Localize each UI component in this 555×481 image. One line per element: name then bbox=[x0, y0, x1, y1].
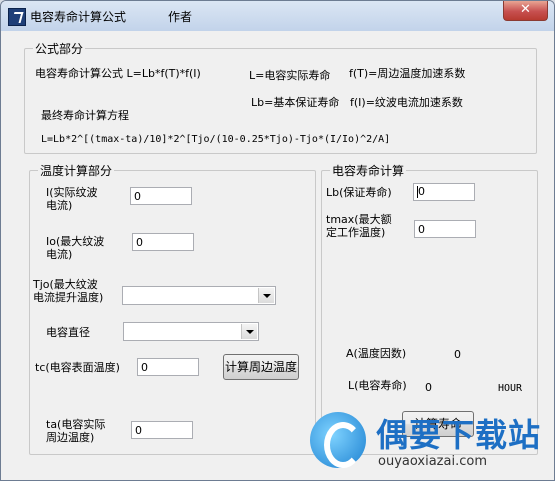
capacitor-life-label: L(电容寿命) bbox=[348, 379, 407, 392]
capacitor-life-value: 0 bbox=[425, 381, 432, 394]
ripple-current-label: I(实际纹波 电流) bbox=[46, 186, 98, 212]
surface-temp-input[interactable] bbox=[137, 358, 199, 376]
close-icon: ✕ bbox=[520, 2, 531, 17]
max-ripple-current-input[interactable] bbox=[132, 233, 194, 251]
app-icon bbox=[8, 8, 26, 26]
max-ripple-current-label: Io(最大纹波 电流) bbox=[46, 235, 105, 261]
max-rated-temp-label: tmax(最大额 定工作温度) bbox=[326, 213, 392, 239]
max-rated-temp-input[interactable] bbox=[414, 220, 476, 238]
guaranteed-life-value: 0 bbox=[418, 185, 425, 198]
ripple-current-input[interactable] bbox=[130, 187, 192, 205]
title-bar[interactable]: 电容寿命计算公式 作者 ✕ bbox=[1, 1, 554, 31]
formula-main: 电容寿命计算公式 L=Lb*f(T)*f(I) bbox=[35, 67, 201, 80]
life-unit: HOUR bbox=[498, 383, 523, 394]
watermark-logo-icon bbox=[310, 412, 366, 468]
ambient-temp-input[interactable] bbox=[131, 421, 193, 439]
diameter-select[interactable] bbox=[123, 322, 259, 341]
close-button[interactable]: ✕ bbox=[503, 1, 548, 21]
temp-factor-label: A(温度因数) bbox=[346, 347, 407, 360]
final-equation-label: 最终寿命计算方程 bbox=[41, 109, 129, 122]
guaranteed-life-input[interactable]: 0 bbox=[413, 183, 475, 201]
watermark-title: 偶要下载站 bbox=[376, 416, 542, 454]
chevron-down-icon[interactable] bbox=[241, 324, 257, 339]
formula-def-ft: f(T)=周边温度加速系数 bbox=[349, 67, 466, 80]
surface-temp-label: tc(电容表面温度) bbox=[35, 361, 120, 374]
final-equation: L=Lb*2^[(tmax-ta)/10]*2^[Tjo/(10-0.25*Tj… bbox=[41, 134, 391, 145]
app-window: 电容寿命计算公式 作者 ✕ 公式部分 电容寿命计算公式 L=Lb*f(T)*f(… bbox=[0, 0, 555, 481]
watermark-url: ouyaoxiazai.com bbox=[378, 454, 487, 469]
tjo-select[interactable] bbox=[122, 286, 276, 305]
window-title: 电容寿命计算公式 bbox=[30, 10, 127, 24]
formula-def-l: L=电容实际寿命 bbox=[249, 69, 331, 82]
guaranteed-life-label: Lb(保证寿命) bbox=[326, 186, 392, 199]
temperature-group-legend: 温度计算部分 bbox=[38, 162, 115, 179]
author-label: 作者 bbox=[168, 10, 193, 24]
chevron-down-icon[interactable] bbox=[258, 288, 274, 303]
formula-def-lb: Lb=基本保证寿命 bbox=[251, 96, 340, 109]
temperature-group: 温度计算部分 I(实际纹波 电流) Io(最大纹波 电流) Tjo(最大纹波 电… bbox=[29, 162, 316, 455]
diameter-label: 电容直径 bbox=[46, 326, 90, 339]
site-watermark: 偶要下载站 ouyaoxiazai.com bbox=[310, 406, 548, 476]
tjo-label: Tjo(最大纹波 电流提升温度) bbox=[33, 278, 104, 304]
formula-group-legend: 公式部分 bbox=[33, 40, 86, 57]
life-calc-group-legend: 电容寿命计算 bbox=[330, 162, 407, 179]
temp-factor-value: 0 bbox=[454, 348, 461, 361]
formula-group: 公式部分 电容寿命计算公式 L=Lb*f(T)*f(I) L=电容实际寿命 f(… bbox=[24, 40, 537, 154]
formula-def-fi: f(I)=纹波电流加速系数 bbox=[350, 96, 463, 109]
ambient-temp-label: ta(电容实际 周边温度) bbox=[46, 418, 106, 444]
calc-ambient-temp-button[interactable]: 计算周边温度 bbox=[223, 354, 299, 380]
